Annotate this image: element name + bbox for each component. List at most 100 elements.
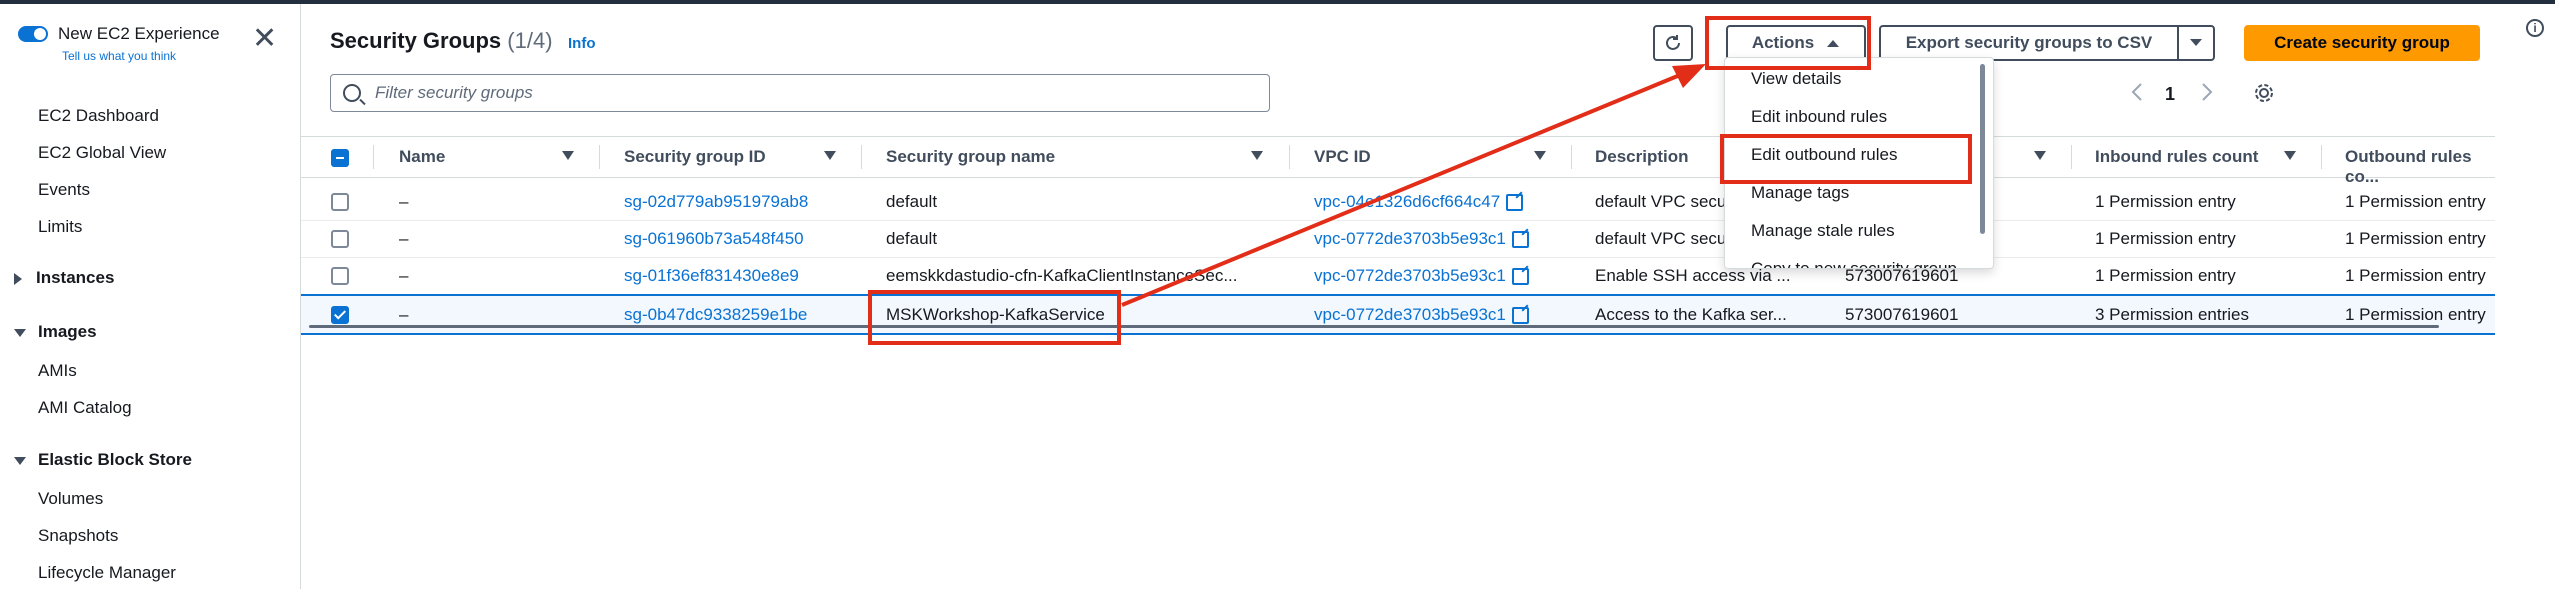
sort-icon[interactable] [2284,151,2296,160]
row-checkbox[interactable] [331,267,349,285]
cell-vpc-id-link[interactable]: vpc-0772de3703b5e93c1 [1314,266,1529,286]
menu-item-manage-tags[interactable]: Manage tags [1751,183,1849,203]
close-icon[interactable]: ✕ [252,24,277,54]
column-divider [373,145,374,169]
table-row-selected[interactable]: – sg-0b47dc9338259e1be MSKWorkshop-Kafka… [301,294,2495,335]
column-divider [2071,145,2072,169]
sort-icon[interactable] [824,151,836,160]
external-link-icon [1511,307,1529,325]
sidebar-item-ami-catalog[interactable]: AMI Catalog [38,398,132,418]
column-header-sg-id[interactable]: Security group ID [624,147,766,167]
row-checkbox[interactable] [331,306,349,324]
cell-sg-id-link[interactable]: sg-0b47dc9338259e1be [624,305,807,325]
selection-count: (1/4) [507,28,553,53]
info-circle-icon[interactable]: i [2526,19,2544,37]
cell-owner: 573007619601 [1845,305,1959,324]
sidebar-section-images[interactable]: Images [14,322,97,342]
gear-icon [2255,84,2273,102]
menu-item-copy-to-new-security-group[interactable]: Copy to new security group [1751,259,1957,268]
cell-outbound: 1 Permission entry [2345,266,2486,285]
feedback-link[interactable]: Tell us what you think [62,49,176,63]
select-all-checkbox[interactable] [331,149,349,167]
sidebar-item-limits[interactable]: Limits [38,217,82,237]
sidebar-item-volumes[interactable]: Volumes [38,489,103,509]
cell-outbound: 1 Permission entry [2345,192,2486,211]
search-input[interactable]: Filter security groups [330,74,1270,112]
column-divider [2321,145,2322,169]
cell-sg-id-link[interactable]: sg-01f36ef831430e8e9 [624,266,799,286]
sidebar-item-amis[interactable]: AMIs [38,361,77,381]
export-dropdown-button[interactable] [2177,25,2215,61]
row-checkbox[interactable] [331,230,349,248]
page-title: Security Groups (1/4) [330,28,553,53]
cell-name: – [399,305,409,324]
cell-name: – [399,229,409,248]
table-row[interactable]: – sg-01f36ef831430e8e9 eemskkdastudio-cf… [301,257,2495,295]
cell-vpc-id-link[interactable]: vpc-0772de3703b5e93c1 [1314,305,1529,325]
sidebar-section-instances[interactable]: Instances [14,268,114,288]
external-link-icon [1511,231,1529,249]
cell-sg-name: eemskkdastudio-cfn-KafkaClientInstanceSe… [886,266,1238,285]
refresh-button[interactable] [1653,25,1693,61]
sidebar-item-ec2-global-view[interactable]: EC2 Global View [38,143,166,163]
horizontal-scrollbar[interactable] [309,325,2439,328]
new-experience-toggle-row[interactable]: New EC2 Experience [18,24,220,44]
export-csv-button[interactable]: Export security groups to CSV [1879,25,2179,61]
column-header-sg-name[interactable]: Security group name [886,147,1055,167]
cell-name: – [399,266,409,285]
prev-page-button[interactable] [2131,82,2143,107]
cell-sg-id-link[interactable]: sg-02d779ab951979ab8 [624,192,808,212]
column-divider [1289,145,1290,169]
new-experience-label: New EC2 Experience [58,24,220,43]
caret-down-icon [14,456,26,465]
cell-description: default VPC secu [1595,229,1727,248]
sidebar-item-snapshots[interactable]: Snapshots [38,526,118,546]
search-icon [343,84,361,102]
sort-icon[interactable] [1251,151,1263,160]
cell-inbound: 1 Permission entry [2095,229,2236,248]
sidebar-item-events[interactable]: Events [38,180,90,200]
column-divider [1571,145,1572,169]
cell-owner: 573007619601 [1845,266,1959,285]
sort-icon[interactable] [2034,151,2046,160]
create-security-group-button[interactable]: Create security group [2244,25,2480,61]
column-header-inbound[interactable]: Inbound rules count [2095,147,2258,167]
refresh-icon [1666,35,1680,50]
column-header-outbound[interactable]: Outbound rules co... [2345,147,2495,187]
column-header-description[interactable]: Description [1595,147,1689,167]
menu-item-view-details[interactable]: View details [1751,69,1841,89]
external-link-icon [1511,268,1529,286]
next-page-button[interactable] [2201,82,2213,107]
column-divider [861,145,862,169]
menu-item-edit-inbound-rules[interactable]: Edit inbound rules [1751,107,1887,127]
cell-sg-name: default [886,192,938,211]
cell-vpc-id-link[interactable]: vpc-04e1326d6cf664c47 [1314,192,1524,212]
sort-icon[interactable] [1534,151,1546,160]
sort-icon[interactable] [562,151,574,160]
cell-vpc-id-link[interactable]: vpc-0772de3703b5e93c1 [1314,229,1529,249]
sidebar-item-lifecycle-manager[interactable]: Lifecycle Manager [38,563,176,583]
table-row[interactable]: – sg-061960b73a548f450 default vpc-0772d… [301,220,2495,258]
chevron-left-icon [2131,83,2142,101]
column-divider [599,145,600,169]
menu-scrollbar[interactable] [1980,64,1985,234]
column-header-name[interactable]: Name [399,147,445,167]
table-header: Name Security group ID Security group na… [301,136,2495,186]
cell-sg-id-link[interactable]: sg-061960b73a548f450 [624,229,804,249]
new-experience-toggle[interactable] [18,26,48,42]
preferences-button[interactable] [2253,82,2275,109]
cell-description: default VPC secu [1595,192,1727,211]
menu-item-manage-stale-rules[interactable]: Manage stale rules [1751,221,1895,241]
cell-inbound: 1 Permission entry [2095,192,2236,211]
sidebar-section-elastic-block-store[interactable]: Elastic Block Store [14,450,192,470]
row-checkbox[interactable] [331,193,349,211]
caret-down-icon [14,328,26,337]
info-link[interactable]: Info [568,35,596,52]
page-number[interactable]: 1 [2165,84,2175,105]
search-placeholder: Filter security groups [375,83,533,102]
column-header-vpc-id[interactable]: VPC ID [1314,147,1371,167]
sidebar: New EC2 Experience Tell us what you thin… [0,4,301,589]
table-row[interactable]: – sg-02d779ab951979ab8 default vpc-04e13… [301,183,2495,221]
cell-description: Enable SSH access via ... [1595,266,1791,285]
sidebar-item-ec2-dashboard[interactable]: EC2 Dashboard [38,106,159,126]
